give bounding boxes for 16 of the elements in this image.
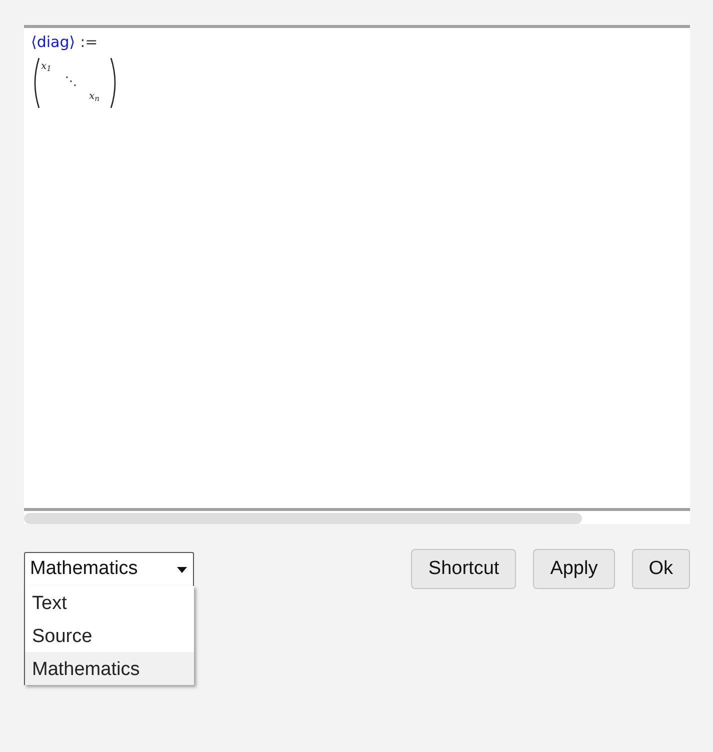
caret-icon: [177, 566, 187, 572]
scrollbar-thumb[interactable]: [24, 513, 582, 524]
editor-pane[interactable]: ⟨diag⟩ := x$_{1}$ ⋱ x$_{n}$: [24, 25, 690, 511]
dropdown-option[interactable]: Text: [25, 586, 194, 619]
action-button[interactable]: Shortcut: [411, 549, 516, 589]
matrix-entry: x$_{n}$: [89, 90, 100, 105]
assign-operator: :=: [80, 33, 98, 51]
matrix-entry: x$_{1}$: [41, 60, 52, 74]
dropdown-option[interactable]: Source: [25, 619, 194, 652]
mode-dropdown[interactable]: Mathematics: [24, 552, 194, 587]
scrollbar-track[interactable]: [24, 511, 690, 524]
action-button[interactable]: Ok: [632, 549, 690, 589]
dropdown-option[interactable]: Mathematics: [25, 652, 194, 685]
diagonal-dots: ⋱: [65, 74, 78, 90]
macro-name: ⟨diag⟩: [31, 33, 76, 51]
action-button[interactable]: Apply: [533, 549, 615, 589]
